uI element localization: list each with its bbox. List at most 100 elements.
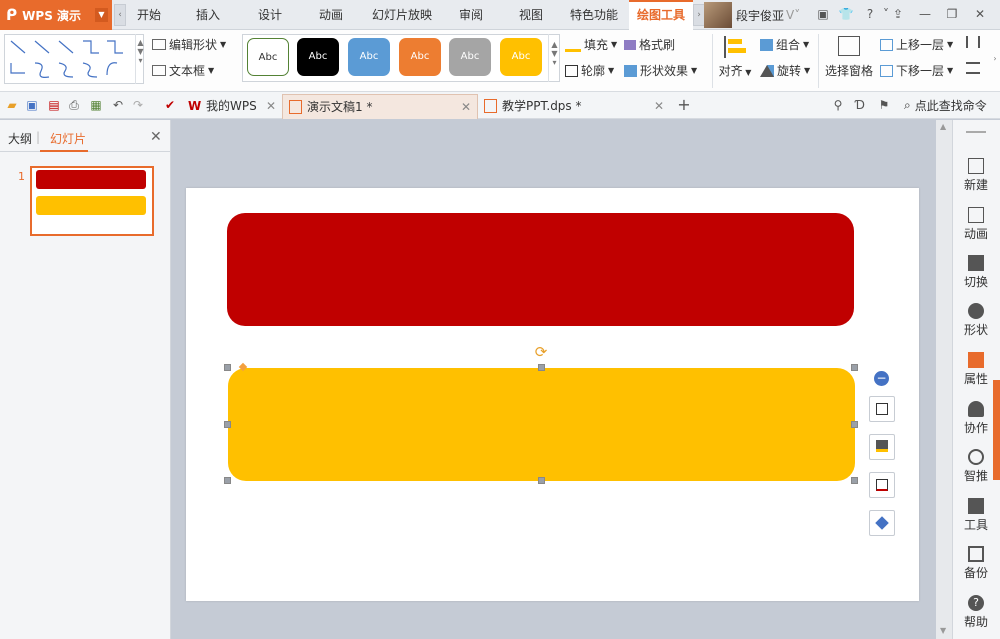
tab-features[interactable]: 特色功能	[563, 0, 625, 30]
tab-teaching-ppt[interactable]: 教学PPT.dps * ✕	[478, 94, 670, 119]
resize-handle-bottom[interactable]	[538, 477, 545, 484]
bring-forward-label: 上移一层	[896, 38, 945, 52]
d-icon[interactable]: Ɗ	[852, 97, 868, 113]
tab-drawing-tools[interactable]: 绘图工具	[629, 0, 693, 30]
red-rounded-rectangle[interactable]	[227, 213, 854, 326]
undo-icon[interactable]: ↶	[110, 97, 126, 113]
ribbon-scroll-right-icon[interactable]: ›	[990, 34, 1000, 90]
active-tab-underline	[40, 150, 88, 152]
tab-outline[interactable]: 大纲	[8, 130, 32, 147]
text-box-button[interactable]: 文本框 ▼	[152, 62, 214, 79]
tab-slides[interactable]: 幻灯片	[50, 130, 86, 147]
new-tab-icon[interactable]: +	[676, 97, 692, 113]
style-preset-black[interactable]: Abc	[297, 38, 339, 76]
tab-slideshow[interactable]: 幻灯片放映	[366, 0, 438, 30]
rightbar-item-tools[interactable]: 工具	[952, 498, 1000, 533]
vertical-scrollbar[interactable]: ▲ ▼	[936, 120, 952, 639]
quick-access-customize-icon[interactable]: ✔	[162, 97, 178, 113]
flag-icon[interactable]: ⚑	[876, 97, 892, 113]
tab-design[interactable]: 设计	[249, 0, 291, 30]
rightbar-item-help[interactable]: ? 帮助	[952, 595, 1000, 630]
distribute-vertical-button[interactable]	[966, 62, 983, 74]
user-account[interactable]: 段宇俊亚 V˅	[704, 2, 800, 28]
tab-presentation-1[interactable]: 演示文稿1 * ✕	[282, 94, 478, 119]
send-backward-button[interactable]: 下移一层 ▼	[880, 62, 953, 79]
tab-home[interactable]: 开始	[128, 0, 170, 30]
resize-handle-top-right[interactable]	[851, 364, 858, 371]
align-button[interactable]: 对齐 ▼	[718, 34, 752, 79]
close-tab-icon[interactable]: ✕	[266, 94, 276, 118]
app-menu-button[interactable]: ᑭ WPS 演示 ▼	[0, 0, 112, 30]
tab-animation[interactable]: 动画	[310, 0, 352, 30]
fill-button[interactable]: 填充 ▼	[565, 36, 617, 53]
slide-thumbnail[interactable]	[30, 166, 154, 236]
style-gallery-scroll[interactable]: ▲ ▼ ▾	[548, 34, 560, 82]
rotate-button[interactable]: 旋转 ▼	[760, 62, 810, 79]
tab-my-wps[interactable]: W 我的WPS ✕	[182, 94, 282, 119]
redo-icon[interactable]: ↷	[130, 97, 146, 113]
resize-handle-bottom-left[interactable]	[224, 477, 231, 484]
avatar[interactable]	[704, 2, 732, 28]
export-pdf-icon[interactable]: ▤	[46, 97, 62, 113]
resize-handle-top[interactable]	[538, 364, 545, 371]
line-shape-gallery[interactable]	[4, 34, 144, 84]
style-preset-white[interactable]: Abc	[247, 38, 289, 76]
rightbar-item-shape[interactable]: 形状	[952, 303, 1000, 338]
style-preset-orange[interactable]: Abc	[399, 38, 441, 76]
rightbar-item-backup[interactable]: 备份	[952, 546, 1000, 581]
close-icon[interactable]: ✕	[972, 6, 988, 22]
rotate-handle-icon[interactable]: ⟳	[533, 344, 549, 360]
rightbar-label: 工具	[963, 518, 988, 532]
shirt-icon[interactable]: 👕	[838, 6, 854, 22]
resize-handle-right[interactable]	[851, 421, 858, 428]
tab-view[interactable]: 视图	[510, 0, 552, 30]
tab-insert[interactable]: 插入	[187, 0, 229, 30]
edit-shape-button[interactable]: 编辑形状 ▼	[152, 36, 226, 53]
open-folder-icon[interactable]: ▰	[4, 97, 20, 113]
style-preset-blue[interactable]: Abc	[348, 38, 390, 76]
print-icon[interactable]: ⎙	[66, 97, 82, 113]
minimize-icon[interactable]: —	[917, 6, 933, 22]
pin-icon[interactable]: ⚲	[830, 97, 846, 113]
style-preset-gold[interactable]: Abc	[500, 38, 542, 76]
print-preview-icon[interactable]: ▦	[88, 97, 104, 113]
scroll-up-icon[interactable]: ▲	[940, 122, 946, 131]
close-pane-icon[interactable]: ✕	[150, 129, 162, 145]
edit-shape-float-button[interactable]	[869, 396, 895, 422]
help-icon[interactable]: ?	[862, 6, 878, 22]
resize-handle-bottom-right[interactable]	[851, 477, 858, 484]
outline-button[interactable]: 轮廓 ▼	[565, 62, 614, 79]
save-icon[interactable]: ▣	[24, 97, 40, 113]
chevron-down-icon[interactable]: ▼	[95, 8, 108, 22]
resize-handle-left[interactable]	[224, 421, 231, 428]
tab-review[interactable]: 审阅	[450, 0, 492, 30]
scroll-left-icon[interactable]: ‹	[114, 4, 126, 26]
rightbar-item-animation[interactable]: 动画	[952, 207, 1000, 242]
scroll-down-icon[interactable]: ▼	[940, 626, 946, 635]
shape-effect-button[interactable]: 形状效果 ▼	[624, 62, 697, 79]
fill-float-button[interactable]	[869, 434, 895, 460]
chevron-down-icon: ▼	[947, 66, 954, 75]
format-painter-button[interactable]: 格式刷	[624, 36, 675, 53]
close-tab-icon[interactable]: ✕	[654, 94, 664, 118]
group-button[interactable]: 组合 ▼	[760, 36, 809, 53]
skin-icon[interactable]: ▣	[815, 6, 831, 22]
collapse-icon[interactable]: −	[874, 371, 889, 386]
close-tab-icon[interactable]: ✕	[461, 95, 471, 119]
rightbar-item-transition[interactable]: 切换	[952, 255, 1000, 290]
share-icon[interactable]: ⇪	[890, 6, 906, 22]
resize-handle-top-left[interactable]	[224, 364, 231, 371]
rightbar-item-new[interactable]: 新建	[952, 158, 1000, 193]
command-search[interactable]: ⌕ 点此查找命令	[904, 97, 987, 114]
selection-pane-button[interactable]: 选择窗格	[822, 34, 876, 79]
layer-float-button[interactable]	[869, 510, 895, 536]
gallery-scroll[interactable]: ▲ ▼ ▾	[135, 34, 145, 84]
sidebar-expand-tab[interactable]	[993, 380, 1000, 480]
align-label: 对齐	[718, 64, 743, 78]
distribute-horizontal-button[interactable]	[966, 36, 983, 48]
bring-forward-button[interactable]: 上移一层 ▼	[880, 36, 953, 53]
style-preset-gray[interactable]: Abc	[449, 38, 491, 76]
yellow-rounded-rectangle[interactable]	[228, 368, 855, 481]
outline-float-button[interactable]	[869, 472, 895, 498]
restore-icon[interactable]: ❐	[944, 6, 960, 22]
